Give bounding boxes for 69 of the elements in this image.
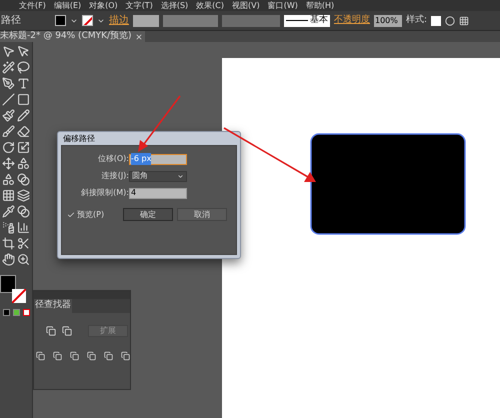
menu-item[interactable]: 窗口(W) [268, 0, 298, 11]
scale-tool-icon[interactable] [17, 141, 30, 154]
pathfinder-tab[interactable]: 径查找器 [34, 299, 72, 312]
annotation-arrow [136, 94, 182, 154]
menu-item[interactable]: 效果(C) [196, 0, 224, 11]
selection-label: 路径 [1, 14, 22, 28]
pathfinder-icon[interactable] [121, 350, 130, 360]
none-mode-swatch[interactable] [23, 309, 30, 316]
pathfinder-icon[interactable] [53, 350, 62, 360]
eraser-tool-icon[interactable] [17, 125, 30, 138]
pathfinder-icon[interactable] [104, 350, 113, 360]
pen-tool-icon[interactable] [2, 77, 15, 90]
opacity-label[interactable]: 不透明度 [334, 14, 370, 28]
pathfinder-icon[interactable] [36, 350, 45, 360]
mesh-tool-icon[interactable] [2, 189, 15, 202]
shape-mode-icon[interactable] [62, 326, 72, 336]
opacity-field[interactable]: 100% [374, 14, 402, 26]
direct-selection-tool-icon[interactable] [17, 45, 30, 58]
stroke-swatch[interactable] [82, 15, 93, 26]
field-label: 连接(J): [100, 170, 129, 182]
dropdown-icon[interactable] [177, 172, 184, 180]
gradient-mode-swatch[interactable] [13, 309, 20, 316]
fill-swatch[interactable] [55, 15, 66, 26]
field-label: 位移(O): [96, 153, 129, 165]
blend-tool-icon[interactable] [17, 205, 30, 218]
line-tool-icon[interactable] [2, 93, 15, 106]
color-mode-swatch[interactable] [3, 309, 10, 316]
join-dropdown[interactable]: 圆角 [129, 170, 187, 182]
symbol-sprayer-tool-icon[interactable] [2, 221, 15, 234]
graph-tool-icon[interactable] [17, 221, 30, 234]
hand-tool-icon[interactable] [2, 253, 15, 266]
selection-tool-icon[interactable] [2, 45, 15, 58]
menu-item[interactable]: 编辑(E) [54, 0, 82, 11]
pathfinder-icon[interactable] [70, 350, 79, 360]
rectangle-tool-icon[interactable] [17, 93, 30, 106]
document-tab[interactable]: 未标题-2* @ 94% (CMYK/预览) [0, 31, 145, 42]
pencil-tool-icon[interactable] [17, 109, 30, 122]
menu-item[interactable]: 文字(T) [126, 0, 153, 11]
zoom-tool-icon[interactable] [17, 253, 30, 266]
shape-mode-icon[interactable] [46, 326, 56, 336]
menu-item[interactable]: 视图(V) [232, 0, 260, 11]
menu-item[interactable]: 对象(O) [89, 0, 118, 11]
dialog-button[interactable]: 取消 [177, 208, 227, 221]
stroke-dropdown[interactable] [163, 14, 218, 26]
blob-brush-tool-icon[interactable] [2, 125, 15, 138]
style-swatch[interactable] [431, 16, 442, 26]
preview-checkbox[interactable]: 预览(P) [67, 208, 119, 220]
dialog-title: 偏移路径 [62, 133, 96, 145]
menu-item[interactable]: 文件(F) [19, 0, 46, 11]
menu-item[interactable]: 选择(S) [160, 0, 188, 11]
pathfinder-icon[interactable] [87, 350, 96, 360]
paintbrush-tool-icon[interactable] [2, 109, 15, 122]
input-field[interactable]: 4 [129, 188, 187, 198]
menu-item[interactable]: 帮助(H) [306, 0, 334, 11]
field-label: 斜接限制(M): [80, 187, 129, 199]
check-icon [67, 210, 75, 218]
stroke-weight-field[interactable] [133, 14, 159, 26]
dialog-button[interactable]: 确定 [123, 208, 173, 221]
stroke-label[interactable]: 描边 [109, 13, 129, 28]
rotate-tool-icon[interactable] [2, 141, 15, 154]
style-label: 样式: [406, 14, 428, 27]
magic-wand-tool-icon[interactable] [2, 61, 15, 74]
brush-definition-dropdown[interactable]: 基本 [284, 14, 330, 26]
input-field[interactable]: -6 px [129, 154, 187, 164]
eyedropper-tool-icon[interactable] [2, 205, 15, 218]
lasso-tool-icon[interactable] [17, 61, 30, 74]
shape-builder-tool-icon[interactable] [2, 173, 15, 186]
close-icon[interactable] [134, 32, 143, 40]
type-tool-icon[interactable] [17, 77, 30, 90]
